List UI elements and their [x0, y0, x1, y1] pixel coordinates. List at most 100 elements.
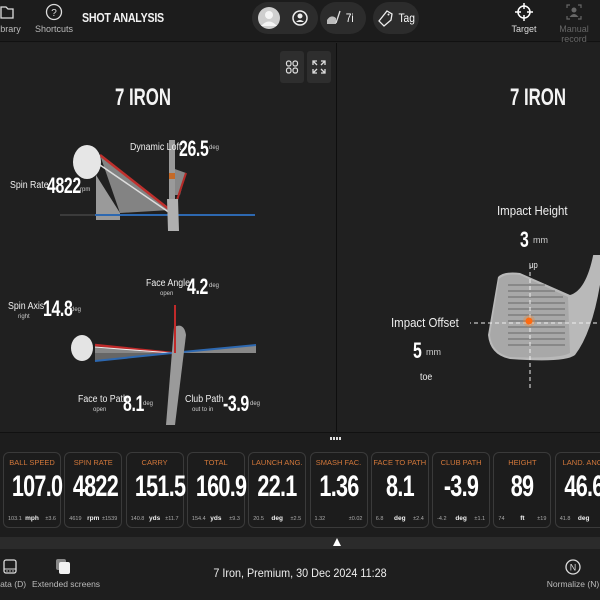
- crosshair-icon: [515, 3, 533, 21]
- face-angle-direction: open: [160, 291, 174, 297]
- metric-title: SPIN RATE: [73, 458, 113, 467]
- metric-value: 151.5: [134, 470, 185, 503]
- tag-icon: [378, 10, 393, 27]
- metric-card-launch-ang[interactable]: LAUNCH ANG. 22.1 20.5 deg ±2.5: [248, 452, 307, 528]
- metric-value: -3.9: [443, 470, 479, 503]
- switch-user-icon[interactable]: [290, 8, 310, 28]
- metric-min: 1.32: [314, 516, 326, 522]
- metric-title: SMASH FAC.: [315, 458, 362, 467]
- spin-rate-unit: rpm: [80, 187, 91, 193]
- face-angle-value: 4.2: [187, 274, 208, 299]
- shortcuts-label: Shortcuts: [34, 24, 74, 34]
- target-button[interactable]: Target: [508, 2, 540, 34]
- face-to-path-value: 8.1: [123, 391, 144, 416]
- expand-icon: [312, 60, 326, 74]
- page-title: SHOT ANALYSIS: [82, 10, 164, 25]
- metric-card-land-ang[interactable]: LAND. ANG.46.641.8deg±: [554, 452, 600, 528]
- library-label: Library: [0, 24, 21, 34]
- metric-card-spin-rate[interactable]: SPIN RATE 4822 4619 rpm ±1539: [64, 452, 123, 528]
- shortcuts-button[interactable]: ? Shortcuts: [34, 2, 74, 34]
- face-to-path-direction: open: [93, 407, 107, 413]
- spin-rate-value: 4822: [47, 173, 81, 198]
- iron-club-icon: [327, 10, 341, 24]
- extended-screens-label: Extended screens: [32, 579, 101, 589]
- spin-axis-unit: deg: [71, 307, 82, 313]
- metric-card-height[interactable]: HEIGHT 89 74 ft ±19: [493, 452, 552, 528]
- normalize-icon: N: [565, 559, 581, 575]
- metric-title: LAUNCH ANG.: [251, 458, 303, 467]
- impact-height-direction: up: [529, 260, 538, 270]
- metric-value: 8.1: [385, 470, 415, 503]
- impact-offset-value: 5: [413, 338, 422, 363]
- metric-deviation: ±19: [537, 516, 547, 522]
- metric-title: HEIGHT: [508, 458, 537, 467]
- club-path-direction: out to in: [192, 407, 214, 413]
- metric-value: 4822: [73, 470, 119, 503]
- metric-card-smash-fac[interactable]: SMASH FAC. 1.36 1.32 ±0.02: [309, 452, 368, 528]
- metric-deviation: ±11.7: [165, 516, 179, 522]
- club-path-value: -3.9: [223, 391, 249, 416]
- metric-title: BALL SPEED: [9, 458, 55, 467]
- scrollbar[interactable]: [0, 537, 600, 549]
- help-icon: ?: [45, 3, 63, 21]
- face-to-path-unit: deg: [143, 401, 154, 407]
- left-panel-title: 7 IRON: [115, 84, 172, 111]
- spin-axis-label: Spin Axis: [8, 301, 45, 312]
- data-panel-icon: [3, 559, 17, 574]
- metric-deviation: ±2.5: [290, 516, 302, 522]
- metric-card-carry[interactable]: CARRY 151.5 140.8 yds ±11.7: [125, 452, 186, 528]
- metric-title: FACE TO PATH: [373, 458, 427, 467]
- library-button[interactable]: Library: [0, 2, 24, 34]
- metric-deviation: ±0.02: [348, 516, 363, 522]
- manual-record-label: Manual record: [559, 24, 589, 44]
- metric-card-total[interactable]: TOTAL 160.9 154.4 yds ±9.3: [186, 452, 247, 528]
- metric-value: 107.0: [11, 470, 63, 503]
- ball-icon: [71, 335, 93, 361]
- metric-deviation: ±2.4: [413, 516, 424, 522]
- layout-grid-button[interactable]: [280, 51, 304, 83]
- metric-deviation: ±1539: [102, 516, 118, 522]
- face-to-path-label: Face to Path: [78, 394, 128, 405]
- metric-value: 1.36: [318, 470, 359, 503]
- target-label: Target: [511, 24, 537, 34]
- impact-point: [525, 317, 533, 325]
- manual-record-icon: [566, 4, 582, 20]
- face-angle-unit: deg: [209, 283, 220, 289]
- player-selector[interactable]: [252, 2, 318, 34]
- avatar: [258, 7, 280, 29]
- panel-divider[interactable]: [336, 43, 337, 432]
- spin-axis-direction: right: [18, 314, 30, 320]
- manual-record-button[interactable]: Manual record: [546, 2, 600, 44]
- spin-rate-label: Spin Rate: [10, 180, 49, 191]
- impact-height-unit: mm: [533, 235, 548, 245]
- shot-info: 7 Iron, Premium, 30 Dec 2024 11:28: [213, 566, 387, 580]
- club-selector[interactable]: 7i: [320, 2, 366, 34]
- dynamic-loft-value: 26.5: [179, 136, 209, 161]
- metric-title: LAND. ANG.: [562, 458, 600, 467]
- club-path-unit: deg: [250, 401, 261, 407]
- folder-icon: [0, 6, 14, 19]
- spin-axis-value: 14.8: [43, 296, 73, 321]
- resize-handle[interactable]: [330, 437, 342, 440]
- metric-card-ball-speed[interactable]: BALL SPEED 107.0 103.1 mph ±3.6: [3, 452, 63, 528]
- svg-text:?: ?: [51, 8, 57, 19]
- metric-unit: deg: [577, 515, 590, 522]
- impact-height-label: Impact Height: [497, 203, 568, 218]
- metric-value: 89: [511, 470, 534, 503]
- metric-card-club-path[interactable]: CLUB PATH -3.9 -4.2 deg ±1.1: [432, 452, 491, 528]
- expand-button[interactable]: [307, 51, 331, 83]
- impact-offset-unit: mm: [426, 347, 441, 357]
- svg-text:N: N: [570, 563, 577, 573]
- data-button[interactable]: Data (D): [0, 556, 30, 589]
- tag-label: Tag: [398, 11, 415, 25]
- club-label: 7i: [345, 11, 354, 25]
- collapse-arrow-icon[interactable]: [333, 538, 341, 546]
- top-toolbar: Library ? Shortcuts SHOT ANALYSIS 7i Tag…: [0, 0, 600, 44]
- metric-card-face-to-path[interactable]: FACE TO PATH 8.1 6.8 deg ±2.4: [370, 452, 429, 528]
- tag-button[interactable]: Tag: [373, 2, 419, 34]
- metric-value: 22.1: [257, 470, 298, 503]
- impact-offset-direction: toe: [420, 372, 433, 383]
- metric-deviation: ±3.6: [45, 516, 56, 522]
- normalize-button[interactable]: N Normalize (N): [545, 556, 600, 589]
- club-head: [167, 199, 179, 231]
